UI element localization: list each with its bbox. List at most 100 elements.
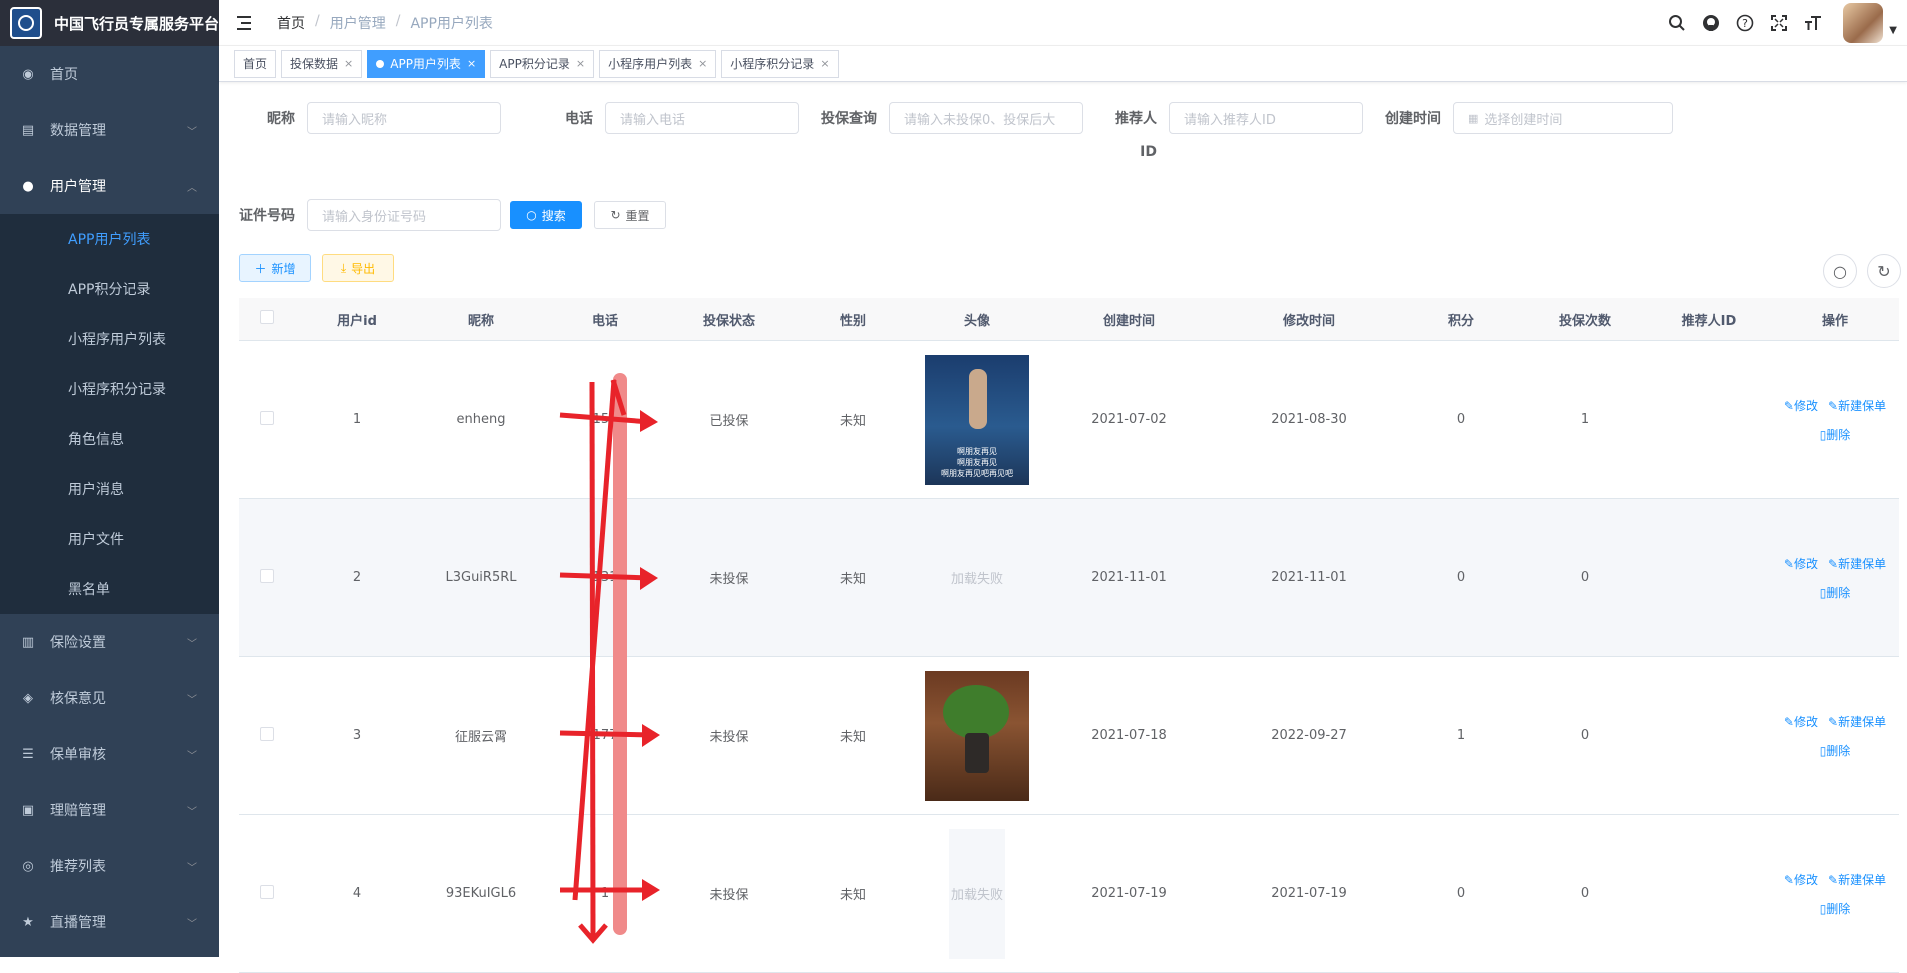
edit-button[interactable]: ✎修改 — [1784, 713, 1818, 730]
avatar-load-failed: 加载失败 — [950, 572, 1003, 587]
delete-button[interactable]: ▯删除 — [1820, 426, 1851, 443]
submenu-item-roles[interactable]: 角色信息 — [0, 414, 219, 464]
table-row: 3 征服云霄 177 未投保 未知 2021-07-18 2022-09-27 … — [239, 657, 1899, 815]
search-button[interactable]: ○ 搜索 — [510, 201, 582, 229]
breadcrumb: 首页 / 用户管理 / APP用户列表 — [277, 13, 493, 33]
submenu-item-files[interactable]: 用户文件 — [0, 514, 219, 564]
cell-insure-status: 未投保 — [709, 730, 749, 745]
github-icon[interactable] — [1701, 13, 1721, 33]
avatar-image[interactable] — [925, 670, 1029, 801]
help-icon[interactable]: ? — [1735, 13, 1755, 33]
image-caption-line: 啊朋友再见 — [957, 446, 997, 456]
sidebar-item-claims[interactable]: ▣ 理赔管理 ﹀ — [0, 782, 219, 838]
table-row: 2 L3GuiR5RL 131 未投保 未知 加载失败 2021-11-01 2… — [239, 499, 1899, 657]
tab-home[interactable]: 首页 — [234, 49, 277, 78]
edit-button[interactable]: ✎修改 — [1784, 555, 1818, 572]
search-button-label: 搜索 — [541, 208, 566, 223]
sidebar-item-users[interactable]: ● 用户管理 ︿ — [0, 158, 219, 214]
referrer-label-wrap: 推荐人 ID — [1095, 108, 1157, 160]
delete-button[interactable]: ▯删除 — [1820, 584, 1851, 601]
insure-query-input[interactable]: 请输入未投保0、投保后大 — [889, 102, 1083, 134]
download-icon: ⤓ — [340, 260, 347, 275]
image-caption-line: 啊朋友再见吧再见吧 — [941, 468, 1013, 478]
users-table: 用户id 昵称 电话 投保状态 性别 头像 创建时间 修改时间 积分 投保次数 … — [239, 298, 1899, 973]
tab-app-users[interactable]: APP用户列表 × — [367, 49, 486, 78]
sidebar-item-live[interactable]: ★ 直播管理 ﹀ — [0, 894, 219, 950]
edit-icon: ✎ — [1828, 872, 1839, 887]
submenu-item-app-users[interactable]: APP用户列表 — [0, 214, 219, 264]
sidebar-item-home[interactable]: ◉ 首页 — [0, 46, 219, 102]
col-nickname: 昵称 — [467, 313, 494, 329]
search-icon[interactable] — [1667, 13, 1687, 33]
sidebar-item-insurance[interactable]: ▥ 保险设置 ﹀ — [0, 614, 219, 670]
close-icon[interactable]: × — [698, 57, 707, 70]
table-row: 4 93EKuIGL6 1 未投保 未知 加载失败 2021-07-19 202… — [239, 815, 1899, 973]
avatar[interactable] — [1843, 3, 1884, 43]
row-checkbox[interactable] — [260, 568, 274, 583]
avatar-load-failed: 加载失败 — [949, 828, 1005, 959]
new-policy-button[interactable]: ✎新建保单 — [1828, 397, 1886, 414]
edit-icon: ✎ — [1828, 398, 1839, 413]
new-policy-button[interactable]: ✎新建保单 — [1828, 871, 1886, 888]
submenu-item-blacklist[interactable]: 黑名单 — [0, 564, 219, 614]
refresh-table-button[interactable]: ↻ — [1867, 254, 1901, 288]
sidebar-item-review[interactable]: ☰ 保单审核 ﹀ — [0, 726, 219, 782]
row-checkbox[interactable] — [260, 884, 274, 899]
delete-button[interactable]: ▯删除 — [1820, 742, 1851, 759]
tab-mini-users[interactable]: 小程序用户列表 × — [599, 49, 717, 78]
edit-label: 修改 — [1793, 714, 1818, 729]
edit-button[interactable]: ✎修改 — [1784, 871, 1818, 888]
avatar-image[interactable]: 啊朋友再见 啊朋友再见 啊朋友再见吧再见吧 — [925, 354, 1029, 485]
created-time-picker[interactable]: ▦ 选择创建时间 — [1453, 102, 1673, 134]
new-policy-button[interactable]: ✎新建保单 — [1828, 555, 1886, 572]
created-time-placeholder: 选择创建时间 — [1484, 112, 1563, 128]
edit-icon: ✎ — [1828, 714, 1839, 729]
tab-app-points[interactable]: APP积分记录 × — [490, 49, 595, 78]
delete-button[interactable]: ▯删除 — [1820, 900, 1851, 917]
created-time-label: 创建时间 — [1385, 111, 1441, 127]
fullscreen-icon[interactable] — [1769, 13, 1789, 33]
idcard-label: 证件号码 — [239, 208, 295, 224]
caret-down-icon[interactable]: ▼ — [1889, 25, 1897, 36]
close-icon[interactable]: × — [344, 57, 353, 70]
font-size-icon[interactable] — [1803, 13, 1823, 33]
submenu-item-messages[interactable]: 用户消息 — [0, 464, 219, 514]
idcard-input[interactable]: 请输入身份证号码 — [307, 199, 501, 231]
submenu-item-app-points[interactable]: APP积分记录 — [0, 264, 219, 314]
select-all-checkbox[interactable] — [260, 310, 274, 324]
referrer-input[interactable]: 请输入推荐人ID — [1169, 102, 1363, 134]
cell-avatar: 加载失败 — [915, 828, 1039, 959]
calendar-icon: ▦ — [1468, 111, 1479, 125]
sidebar-item-recommend[interactable]: ◎ 推荐列表 ﹀ — [0, 838, 219, 894]
insure-query-label: 投保查询 — [821, 111, 877, 127]
reset-button[interactable]: ↻ 重置 — [594, 201, 666, 229]
submenu-item-mini-points[interactable]: 小程序积分记录 — [0, 364, 219, 414]
col-user-id[interactable]: 用户id — [295, 310, 419, 329]
sidebar-item-data[interactable]: ▤ 数据管理 ﹀ — [0, 102, 219, 158]
phone-input[interactable]: 请输入电话 — [605, 102, 799, 134]
cell-actions: ✎修改 ✎新建保单 ▯删除 — [1771, 713, 1899, 759]
new-policy-button[interactable]: ✎新建保单 — [1828, 713, 1886, 730]
close-icon[interactable]: × — [576, 57, 585, 70]
table-row: 1 enheng 156 已投保 未知 啊朋友再见 啊朋友再见 啊朋友再见吧再见… — [239, 341, 1899, 499]
add-button[interactable]: ＋ 新增 — [239, 254, 311, 282]
export-button[interactable]: ⤓ 导出 — [322, 254, 394, 282]
row-checkbox[interactable] — [260, 726, 274, 741]
breadcrumb-users[interactable]: 用户管理 — [330, 13, 386, 33]
toggle-search-button[interactable]: ○ — [1823, 254, 1857, 288]
breadcrumb-home[interactable]: 首页 — [277, 13, 305, 33]
close-icon[interactable]: × — [820, 57, 829, 70]
sidebar-item-underwriting[interactable]: ◈ 核保意见 ﹀ — [0, 670, 219, 726]
col-points: 积分 — [1447, 313, 1474, 329]
tab-mini-points[interactable]: 小程序积分记录 × — [721, 49, 839, 78]
nickname-input[interactable]: 请输入昵称 — [307, 102, 501, 134]
chevron-down-icon: ﹀ — [187, 750, 197, 762]
row-checkbox[interactable] — [260, 410, 274, 425]
edit-button[interactable]: ✎修改 — [1784, 397, 1818, 414]
submenu-item-mini-users[interactable]: 小程序用户列表 — [0, 314, 219, 364]
close-icon[interactable]: × — [467, 57, 476, 70]
chevron-down-icon: ﹀ — [187, 806, 197, 818]
tags-view: 首页 投保数据 × APP用户列表 × APP积分记录 × 小程序用户列表 × 小程序积… — [219, 46, 1907, 82]
hamburger-icon[interactable] — [237, 15, 255, 30]
tab-insure-data[interactable]: 投保数据 × — [281, 49, 363, 78]
